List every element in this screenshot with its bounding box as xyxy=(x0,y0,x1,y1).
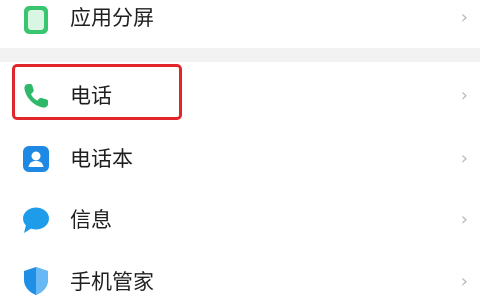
message-icon xyxy=(20,204,52,236)
chevron-right-icon: › xyxy=(460,209,468,230)
chevron-right-icon: › xyxy=(460,85,468,106)
chevron-right-icon: › xyxy=(460,271,468,292)
split-screen-icon xyxy=(20,4,52,36)
contacts-icon xyxy=(20,143,52,175)
shield-icon xyxy=(20,265,52,297)
settings-item-contacts[interactable]: 电话本 › xyxy=(0,130,480,190)
settings-item-label: 信息 xyxy=(70,208,112,232)
settings-item-split-screen[interactable]: 应用分屏 › xyxy=(0,0,480,48)
chevron-right-icon: › xyxy=(460,7,468,28)
settings-screen: 应用分屏 › 电话 › 电话本 › 信息 › 手机管家 › xyxy=(0,0,480,300)
settings-item-label: 手机管家 xyxy=(70,270,154,294)
settings-item-label: 电话本 xyxy=(70,147,133,171)
settings-item-phone-manager[interactable]: 手机管家 › xyxy=(0,250,480,300)
highlight-box xyxy=(12,64,182,120)
settings-item-label: 应用分屏 xyxy=(70,6,154,30)
settings-item-messages[interactable]: 信息 › xyxy=(0,190,480,250)
chevron-right-icon: › xyxy=(460,148,468,169)
section-divider xyxy=(0,48,480,62)
